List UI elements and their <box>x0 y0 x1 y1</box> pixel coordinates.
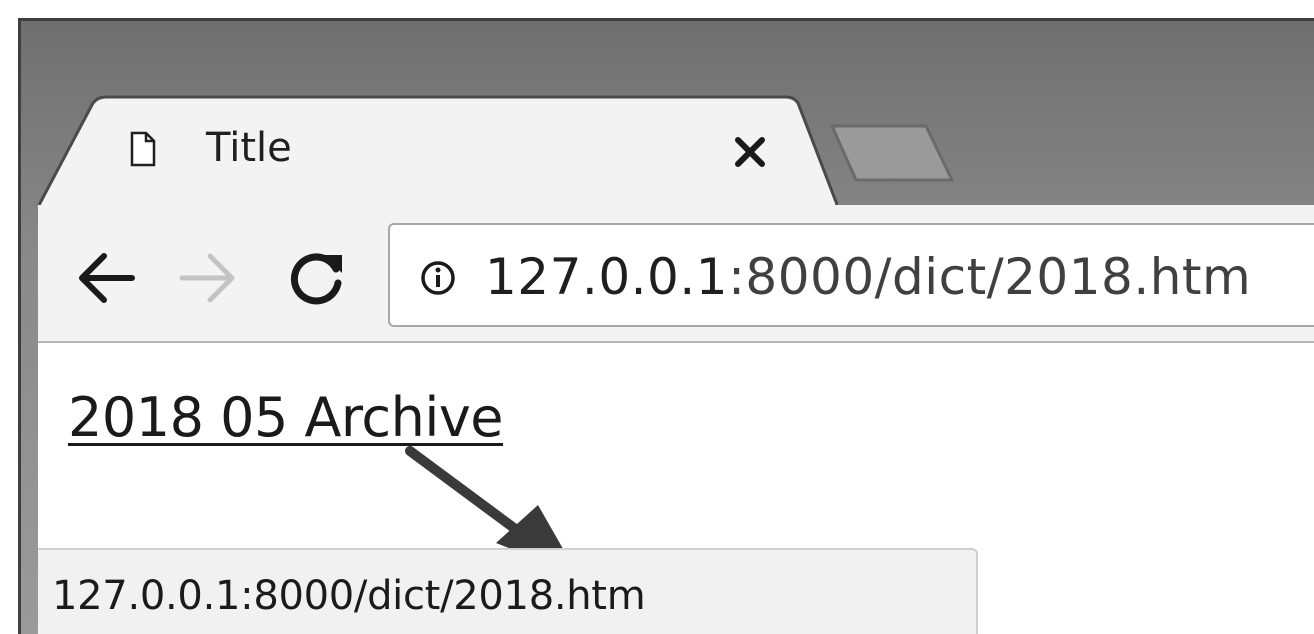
status-bubble: 127.0.0.1:8000/dict/2018.htm <box>38 548 978 634</box>
url-path: :8000/dict/2018.htm <box>728 248 1252 306</box>
tab-shape <box>38 95 838 207</box>
reload-button[interactable] <box>288 247 348 307</box>
arrow-right-icon <box>179 253 235 303</box>
info-icon[interactable] <box>420 260 456 296</box>
document-icon <box>130 131 156 167</box>
back-button[interactable] <box>76 250 136 306</box>
tab-title: Title <box>206 125 292 171</box>
archive-link[interactable]: 2018 05 Archive <box>68 385 504 451</box>
arrow-left-icon <box>79 253 135 303</box>
url-host: 127.0.0.1 <box>485 248 729 306</box>
new-tab-button[interactable] <box>826 122 956 184</box>
page-content: 2018 05 Archive 127.0.0.1:8000/dict/2018… <box>38 343 1314 634</box>
close-icon[interactable] <box>733 135 767 169</box>
url-text[interactable]: 127.0.0.1:8000/dict/2018.htm <box>485 247 1251 307</box>
status-url: 127.0.0.1:8000/dict/2018.htm <box>52 573 646 619</box>
tab-active[interactable]: Title <box>38 95 838 207</box>
forward-button[interactable] <box>178 250 238 306</box>
screenshot-stage: Title 127.0.0.1:8000/dict/2018.htm 2018 … <box>0 0 1314 634</box>
address-bar[interactable]: 127.0.0.1:8000/dict/2018.htm <box>388 223 1314 327</box>
browser-toolbar: 127.0.0.1:8000/dict/2018.htm <box>38 205 1314 343</box>
new-tab-icon <box>830 124 954 182</box>
reload-icon <box>290 253 342 305</box>
